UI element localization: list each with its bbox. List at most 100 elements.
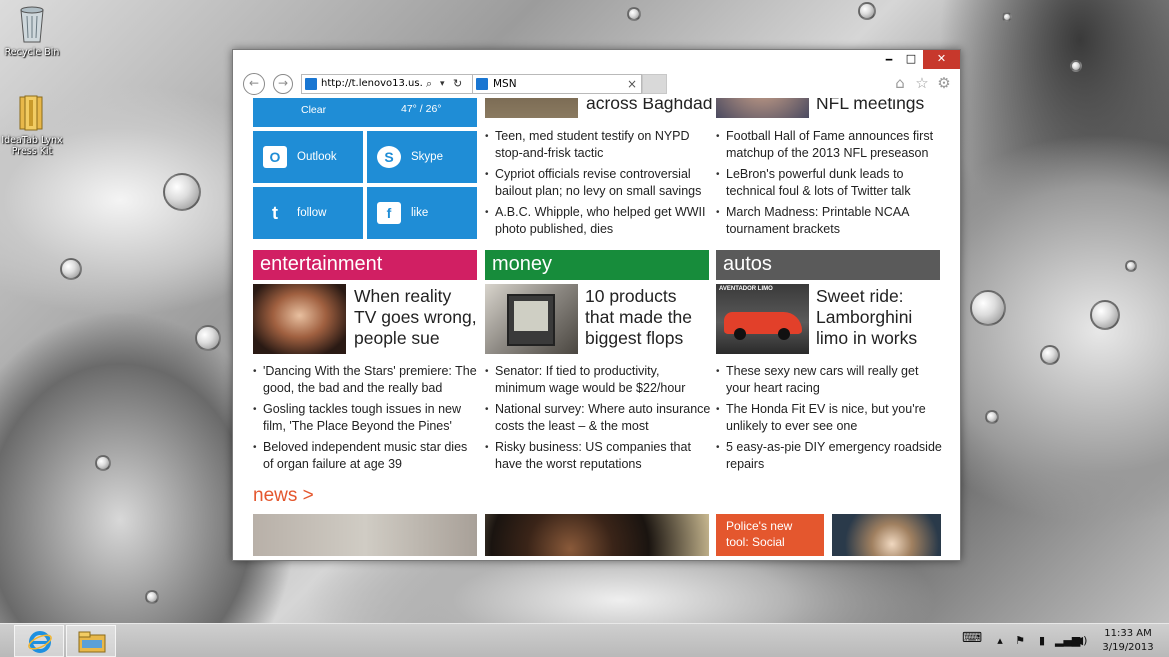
desktop-icon-label: IdeaTab Lynx Press Kit [1,135,63,157]
taskbar-file-explorer[interactable] [66,625,116,657]
list-item[interactable]: These sexy new cars will really get your… [716,363,944,397]
search-icon[interactable]: ⌕ [426,75,432,93]
e-reader-icon [507,294,555,346]
news-thumbnail[interactable] [485,514,709,556]
news-thumbnail[interactable] [832,514,941,556]
wheel-icon [778,328,790,340]
taskbar: ⌨ ▴ ⚑ ▮ ▂▄▆ ◀) 11:33 AM 3/19/2013 [0,623,1169,657]
water-drop [1070,60,1082,72]
sports-list: Football Hall of Fame announces first ma… [716,128,944,242]
sports-thumbnail[interactable] [716,98,809,118]
water-drop [1090,300,1120,330]
news-promo-tile[interactable]: Police's new tool: Social [716,514,824,556]
action-center-flag-icon[interactable]: ⚑ [1013,634,1027,647]
back-arrow-icon: ← [248,76,260,90]
file-explorer-icon [78,631,106,653]
thumbnail-caption: AVENTADOR LIMO [719,286,773,292]
folder-icon [17,94,47,132]
list-item[interactable]: Beloved independent music star dies of o… [253,439,481,473]
list-item[interactable]: LeBron's powerful dunk leads to technica… [716,166,944,200]
address-bar[interactable]: http://t.lenovo13.us.m ⌕ ▾ ↻ [301,74,473,94]
water-drop [95,455,111,471]
list-item[interactable]: Teen, med student testify on NYPD stop-a… [485,128,710,162]
outlook-icon: O [263,146,287,168]
list-item[interactable]: March Madness: Printable NCAA tournament… [716,204,944,238]
twitter-tile[interactable]: t follow [253,187,363,239]
facebook-tile[interactable]: f like [367,187,477,239]
entertainment-list: 'Dancing With the Stars' premiere: The g… [253,363,481,477]
water-drop [627,7,641,21]
power-icon[interactable]: ▮ [1035,634,1049,647]
list-item[interactable]: National survey: Where auto insurance co… [485,401,713,435]
show-hidden-icons-icon[interactable]: ▴ [993,634,1007,647]
water-drop [195,325,221,351]
tab-favicon [476,78,488,90]
section-header-autos[interactable]: autos [716,250,940,280]
volume-icon[interactable]: ◀) [1074,634,1088,647]
weather-condition: Clear [301,104,327,116]
clock-time: 11:33 AM [1104,628,1152,639]
weather-temps: 47° / 26° [401,103,442,115]
water-drop [970,290,1006,326]
close-button[interactable]: ✕ [923,50,960,69]
recycle-bin-shortcut[interactable]: Recycle Bin [0,4,64,58]
system-clock[interactable]: 11:33 AM 3/19/2013 [1090,627,1166,655]
dropdown-icon[interactable]: ▾ [440,75,445,93]
star-icon[interactable]: ☆ [913,74,931,92]
browser-tab[interactable]: MSN × [473,74,642,94]
list-item[interactable]: The Honda Fit EV is nice, but you're unl… [716,401,944,435]
list-item[interactable]: 'Dancing With the Stars' premiere: The g… [253,363,481,397]
section-header-entertainment[interactable]: entertainment [253,250,477,280]
news-thumbnail[interactable] [485,98,578,118]
water-drop [1125,260,1137,272]
clock-date: 3/19/2013 [1102,642,1154,653]
weather-tile[interactable]: Clear 47° / 26° [253,98,477,127]
back-button[interactable]: ← [243,73,265,95]
list-item[interactable]: 5 easy-as-pie DIY emergency roadside rep… [716,439,944,473]
forward-button[interactable]: → [273,74,293,94]
autos-thumbnail[interactable]: AVENTADOR LIMO [716,284,809,354]
water-drop [60,258,82,280]
tile-label: Skype [411,151,443,163]
internet-explorer-icon [28,631,52,653]
list-item[interactable]: Gosling tackles tough issues in new film… [253,401,481,435]
section-header-money[interactable]: money [485,250,709,280]
entertainment-headline[interactable]: When reality TV goes wrong, people sue [354,286,478,349]
tab-close-icon[interactable]: × [627,75,637,93]
home-icon[interactable]: ⌂ [891,74,909,92]
water-drop [1002,12,1012,22]
address-text: http://t.lenovo13.us.m [321,78,423,89]
list-item[interactable]: A.B.C. Whipple, who helped get WWII phot… [485,204,710,238]
skype-tile[interactable]: S Skype [367,131,477,183]
press-kit-folder-shortcut[interactable]: IdeaTab Lynx Press Kit [0,94,64,157]
new-tab-button[interactable] [642,74,667,94]
list-item[interactable]: Risky business: US companies that have t… [485,439,713,473]
money-list: Senator: If tied to productivity, minimu… [485,363,713,477]
entertainment-thumbnail[interactable] [253,284,346,354]
recycle-bin-icon [18,4,46,44]
sports-headline[interactable]: NFL meetings [816,98,924,114]
keyboard-icon[interactable]: ⌨ [959,630,985,646]
list-item[interactable]: Football Hall of Fame announces first ma… [716,128,944,162]
outlook-tile[interactable]: O Outlook [253,131,363,183]
refresh-icon[interactable]: ↻ [453,75,462,93]
twitter-bird-icon: t [272,203,278,223]
autos-headline[interactable]: Sweet ride: Lamborghini limo in works [816,286,946,349]
autos-list: These sexy new cars will really get your… [716,363,944,477]
water-drop [858,2,876,20]
money-headline[interactable]: 10 products that made the biggest flops [585,286,710,349]
list-item[interactable]: Senator: If tied to productivity, minimu… [485,363,713,397]
news-thumbnail[interactable] [253,514,477,556]
minimize-button[interactable]: 🗕 [879,50,899,69]
maximize-button[interactable]: □ [899,50,923,69]
news-section-link[interactable]: news > [253,485,314,507]
browser-toolbar: ← → http://t.lenovo13.us.m ⌕ ▾ ↻ MSN × ⌂… [233,70,960,98]
news-headline[interactable]: across Baghdad [586,98,712,114]
taskbar-internet-explorer[interactable] [14,625,64,657]
water-drop [145,590,159,604]
gear-icon[interactable]: ⚙ [935,74,953,92]
network-signal-icon[interactable]: ▂▄▆ [1055,634,1080,647]
forward-arrow-icon: → [277,76,289,90]
list-item[interactable]: Cypriot officials revise controversial b… [485,166,710,200]
money-thumbnail[interactable] [485,284,578,354]
